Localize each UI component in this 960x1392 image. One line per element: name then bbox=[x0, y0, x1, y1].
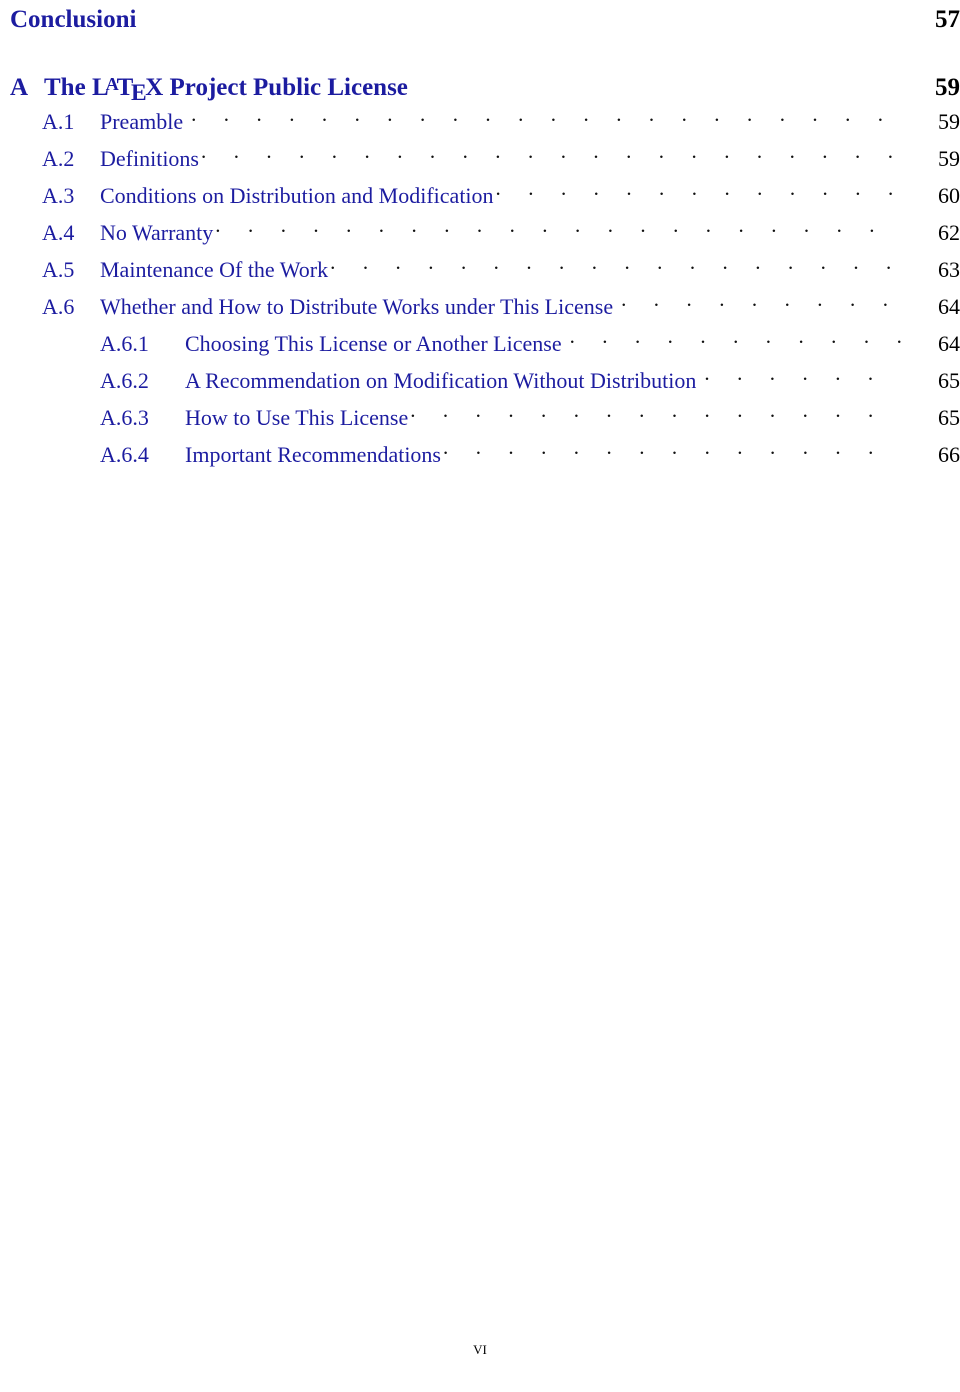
toc-entry-page: 59 bbox=[935, 74, 960, 101]
toc-entry-title: Preamble bbox=[100, 109, 184, 134]
toc-leader-dots: . . . . . . . . . . . . . . . . . . . . … bbox=[704, 366, 902, 386]
toc-leader-dots: . . . . . . . . . . . . . . . . . . . . … bbox=[144, 2, 902, 27]
toc-entry-title: The LATEX Project Public License bbox=[44, 74, 408, 106]
document-page: Conclusioni . . . . . . . . . . . . . . … bbox=[0, 0, 960, 1392]
toc-entry-number: A.1 bbox=[42, 109, 75, 134]
toc-entry-appendix-a[interactable]: A The LATEX Project Public License . . .… bbox=[10, 70, 960, 106]
toc-entry-page: 60 bbox=[938, 183, 960, 208]
latex-logo: LATEX bbox=[92, 74, 164, 106]
latex-logo-e: E bbox=[130, 80, 147, 107]
table-of-contents: Conclusioni . . . . . . . . . . . . . . … bbox=[0, 0, 960, 468]
toc-leader-dots: . . . . . . . . . . . . . . . . . . . . … bbox=[201, 144, 902, 164]
toc-entry-title: A Recommendation on Modification Without… bbox=[185, 368, 697, 393]
toc-entry-title: Important Recommendations bbox=[185, 442, 441, 467]
toc-leader-dots: . . . . . . . . . . . . . . . . . . . . … bbox=[621, 292, 902, 312]
toc-entry-page: 63 bbox=[938, 257, 960, 282]
toc-entry-a62[interactable]: A.6.2 A Recommendation on Modification W… bbox=[0, 366, 960, 394]
toc-leader-dots: . . . . . . . . . . . . . . . . . . . . … bbox=[495, 181, 902, 201]
toc-entry-a4[interactable]: A.4 No Warranty . . . . . . . . . . . . … bbox=[0, 218, 960, 246]
toc-entry-page: 66 bbox=[938, 442, 960, 467]
toc-entry-a64[interactable]: A.6.4 Important Recommendations . . . . … bbox=[0, 440, 960, 468]
toc-entry-a61[interactable]: A.6.1 Choosing This License or Another L… bbox=[0, 329, 960, 357]
toc-entry-page: 57 bbox=[935, 6, 960, 33]
toc-leader-dots: . . . . . . . . . . . . . . . . . . . . … bbox=[416, 70, 902, 95]
toc-entry-number: A.4 bbox=[42, 220, 75, 245]
toc-entry-page: 65 bbox=[938, 405, 960, 430]
toc-entry-title: Conditions on Distribution and Modificat… bbox=[100, 183, 494, 208]
toc-leader-dots: . . . . . . . . . . . . . . . . . . . . … bbox=[410, 403, 902, 423]
toc-title-prefix: The bbox=[44, 74, 92, 101]
toc-entry-number: A.5 bbox=[42, 257, 75, 282]
toc-entry-title: Conclusioni bbox=[10, 6, 137, 33]
toc-entry-a3[interactable]: A.3 Conditions on Distribution and Modif… bbox=[0, 181, 960, 209]
toc-entry-number: A.6.4 bbox=[100, 442, 149, 467]
toc-leader-dots: . . . . . . . . . . . . . . . . . . . . … bbox=[443, 440, 902, 460]
toc-entry-title: Whether and How to Distribute Works unde… bbox=[100, 294, 614, 319]
toc-title-suffix: Project Public License bbox=[163, 74, 408, 101]
toc-entry-page: 64 bbox=[938, 294, 960, 319]
toc-entry-a6[interactable]: A.6 Whether and How to Distribute Works … bbox=[0, 292, 960, 320]
toc-entry-title: Maintenance Of the Work bbox=[100, 257, 329, 282]
toc-entry-a2[interactable]: A.2 Definitions . . . . . . . . . . . . … bbox=[0, 144, 960, 172]
toc-entry-a63[interactable]: A.6.3 How to Use This License . . . . . … bbox=[0, 403, 960, 431]
toc-entry-page: 59 bbox=[938, 109, 960, 134]
toc-leader-dots: . . . . . . . . . . . . . . . . . . . . … bbox=[569, 329, 902, 349]
toc-entry-a1[interactable]: A.1 Preamble . . . . . . . . . . . . . .… bbox=[0, 107, 960, 135]
toc-entry-conclusioni[interactable]: Conclusioni . . . . . . . . . . . . . . … bbox=[10, 2, 960, 34]
toc-entry-page: 65 bbox=[938, 368, 960, 393]
toc-entry-number: A.6.2 bbox=[100, 368, 149, 393]
latex-logo-x: X bbox=[145, 74, 164, 101]
toc-entry-page: 59 bbox=[938, 146, 960, 171]
toc-entry-page: 64 bbox=[938, 331, 960, 356]
page-footer: vi bbox=[0, 1338, 960, 1360]
toc-entry-number: A.3 bbox=[42, 183, 75, 208]
toc-entry-number: A.6 bbox=[42, 294, 75, 319]
toc-entry-number: A.6.3 bbox=[100, 405, 149, 430]
toc-entry-title: How to Use This License bbox=[185, 405, 409, 430]
toc-entry-number: A.2 bbox=[42, 146, 75, 171]
toc-entry-number: A bbox=[10, 74, 29, 101]
toc-leader-dots: . . . . . . . . . . . . . . . . . . . . … bbox=[191, 107, 902, 127]
toc-entry-title: Definitions bbox=[100, 146, 199, 171]
toc-leader-dots: . . . . . . . . . . . . . . . . . . . . … bbox=[330, 255, 902, 275]
toc-entry-title: No Warranty bbox=[100, 220, 214, 245]
toc-entry-page: 62 bbox=[938, 220, 960, 245]
toc-leader-dots: . . . . . . . . . . . . . . . . . . . . … bbox=[215, 218, 902, 238]
footer-page-number: vi bbox=[473, 1338, 487, 1359]
toc-entry-title: Choosing This License or Another License bbox=[185, 331, 562, 356]
toc-entry-number: A.6.1 bbox=[100, 331, 149, 356]
toc-entry-a5[interactable]: A.5 Maintenance Of the Work . . . . . . … bbox=[0, 255, 960, 283]
latex-logo-a: A bbox=[105, 74, 119, 95]
